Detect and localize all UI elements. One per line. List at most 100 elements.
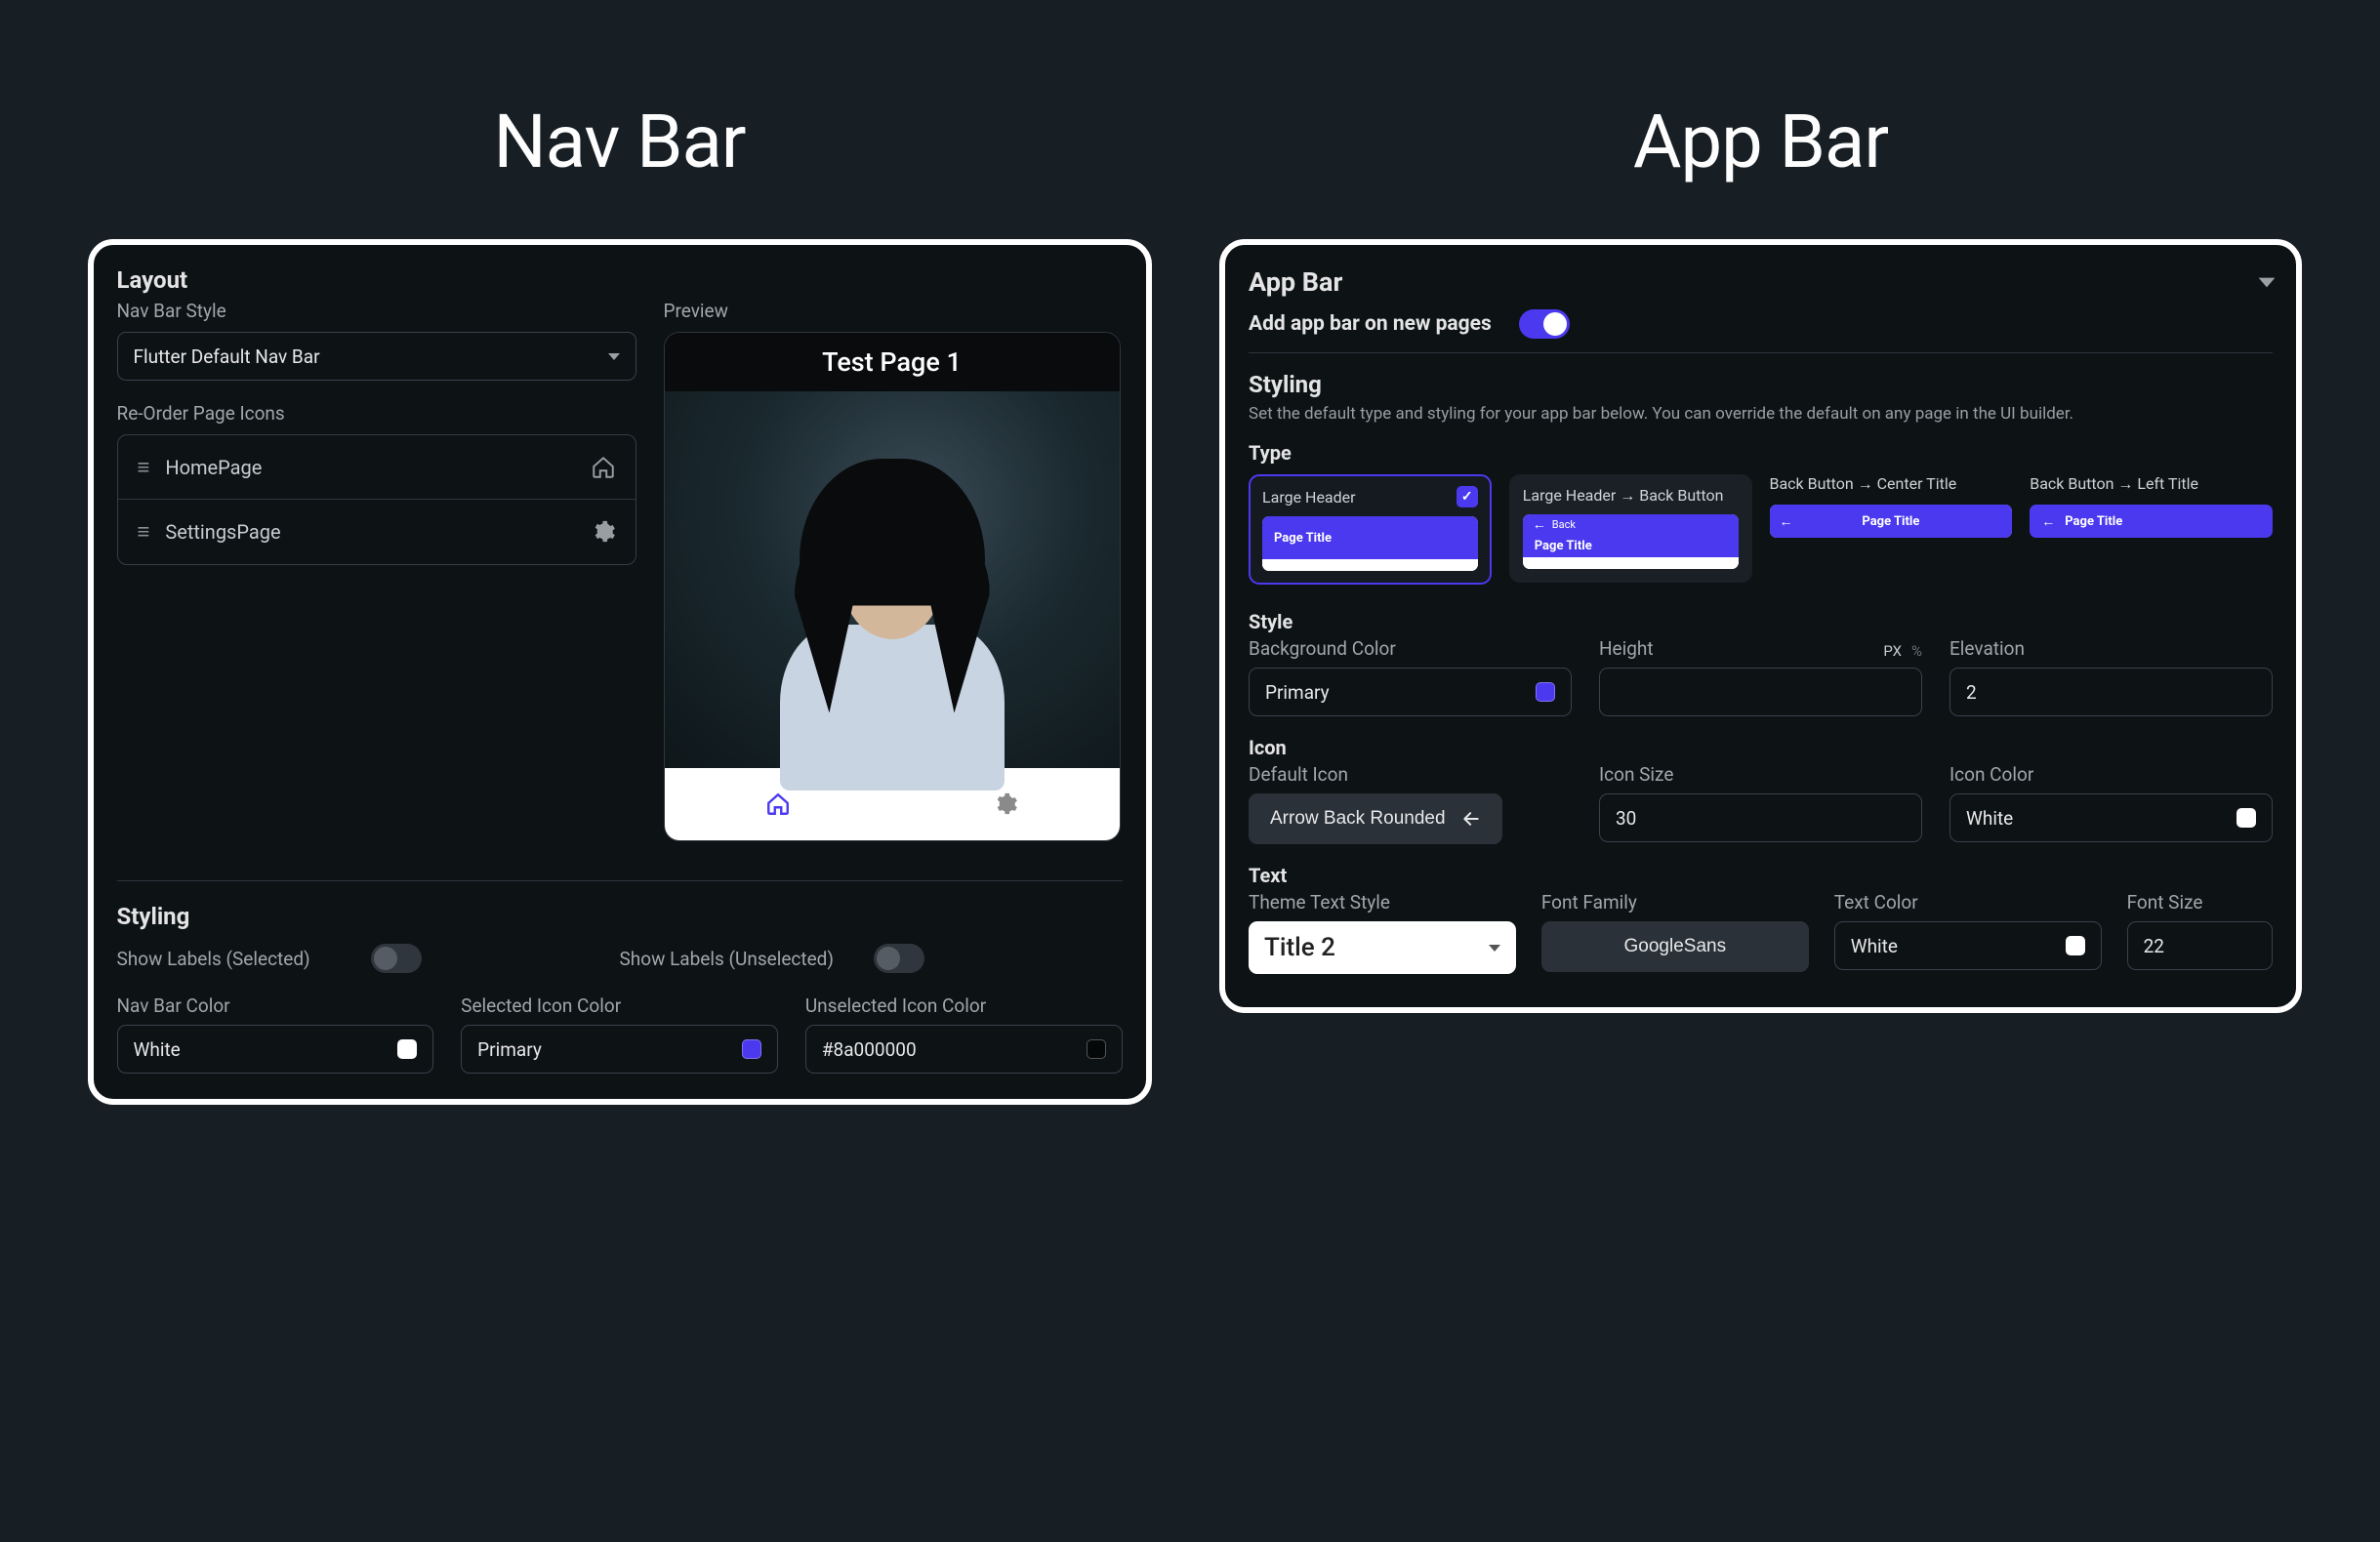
height-unit-px[interactable]: PX: [1883, 642, 1902, 660]
appbar-section-title: App Bar: [1249, 266, 1342, 298]
type-option-large-back[interactable]: Large Header → Back Button Back Page Tit…: [1509, 474, 1752, 583]
icon-color-value: White: [1966, 807, 2013, 830]
layout-section-title: Layout: [117, 266, 1123, 294]
type-option-back-center[interactable]: Page Title: [1770, 505, 2013, 538]
unselected-icon-color-value: #8a000000: [822, 1038, 917, 1061]
default-icon-label: Default Icon: [1249, 763, 1572, 786]
elevation-input[interactable]: 2: [1949, 668, 2273, 716]
text-color-label: Text Color: [1834, 891, 2102, 913]
gear-icon: [993, 791, 1018, 817]
icon-size-label: Icon Size: [1599, 763, 1922, 786]
show-labels-selected-label: Show Labels (Selected): [117, 948, 342, 970]
unselected-icon-color-label: Unselected Icon Color: [805, 994, 1123, 1017]
navbar-preview: Test Page 1: [664, 332, 1121, 841]
icon-size-value: 30: [1616, 807, 1636, 830]
text-color-input[interactable]: White: [1834, 921, 2102, 970]
type-name: Back Button → Left Title: [2030, 474, 2198, 494]
height-label: Height: [1599, 637, 1654, 660]
font-family-value: GoogleSans: [1624, 936, 1727, 957]
appbar-type-options: Large Header ✓ Page Title Large Header →…: [1249, 474, 2273, 585]
selected-icon-color-label: Selected Icon Color: [461, 994, 778, 1017]
selected-icon-color-input[interactable]: Primary: [461, 1025, 778, 1074]
right-heading: App Bar: [1633, 98, 1888, 185]
selected-icon-color-value: Primary: [477, 1038, 542, 1061]
chevron-down-icon: [1489, 945, 1500, 952]
elevation-value: 2: [1966, 681, 1977, 704]
page-name: SettingsPage: [165, 520, 572, 544]
show-labels-unselected-label: Show Labels (Unselected): [620, 948, 844, 970]
navbar-style-label: Nav Bar Style: [117, 300, 636, 322]
type-option-large-header[interactable]: Large Header ✓ Page Title: [1249, 474, 1492, 585]
theme-text-style-label: Theme Text Style: [1249, 891, 1516, 913]
type-label: Type: [1249, 441, 2273, 465]
theme-text-style-select[interactable]: Title 2: [1249, 921, 1516, 974]
reorder-page-list: ≡ HomePage ≡ SettingsPage: [117, 434, 636, 565]
navbar-settings-panel: Layout Nav Bar Style Flutter Default Nav…: [88, 239, 1152, 1105]
text-heading: Text: [1249, 864, 2273, 887]
font-family-button[interactable]: GoogleSans: [1541, 921, 1809, 972]
icon-size-input[interactable]: 30: [1599, 793, 1922, 842]
preview-image: [665, 391, 1120, 768]
font-size-input[interactable]: 22: [2127, 921, 2273, 970]
reorder-pages-label: Re-Order Page Icons: [117, 402, 636, 425]
arrow-left-icon: [1780, 513, 1793, 530]
type-preview-title: Page Title: [2065, 514, 2122, 529]
bg-color-input[interactable]: Primary: [1249, 668, 1572, 716]
navbar-style-select[interactable]: Flutter Default Nav Bar: [117, 332, 636, 381]
font-size-value: 22: [2144, 935, 2164, 957]
navbar-color-swatch: [397, 1039, 417, 1059]
add-appbar-label: Add app bar on new pages: [1249, 312, 1492, 336]
type-option-back-left[interactable]: Page Title: [2030, 505, 2273, 538]
navbar-color-input[interactable]: White: [117, 1025, 434, 1074]
add-appbar-toggle[interactable]: [1519, 309, 1570, 339]
unselected-icon-color-input[interactable]: #8a000000: [805, 1025, 1123, 1074]
height-unit-pct[interactable]: %: [1911, 642, 1922, 660]
show-labels-selected-toggle[interactable]: [371, 944, 422, 973]
icon-color-swatch: [2236, 808, 2256, 828]
arrow-left-icon: [2041, 513, 2055, 530]
bg-color-label: Background Color: [1249, 637, 1572, 660]
type-name: Large Header → Back Button: [1523, 486, 1724, 506]
home-icon: [765, 791, 791, 817]
text-color-swatch: [2066, 936, 2085, 955]
height-input[interactable]: [1599, 668, 1922, 716]
appbar-styling-title: Styling: [1249, 371, 2273, 398]
icon-heading: Icon: [1249, 736, 2273, 759]
icon-color-label: Icon Color: [1949, 763, 2273, 786]
elevation-label: Elevation: [1949, 637, 2273, 660]
check-icon: ✓: [1457, 486, 1478, 507]
default-icon-value: Arrow Back Rounded: [1270, 808, 1446, 830]
gear-icon: [591, 519, 616, 545]
navbar-styling-title: Styling: [117, 903, 1123, 930]
navbar-color-label: Nav Bar Color: [117, 994, 434, 1017]
unselected-icon-color-swatch: [1087, 1039, 1106, 1059]
type-preview-title: Page Title: [1262, 516, 1478, 559]
selected-icon-color-swatch: [742, 1039, 761, 1059]
preview-page-title: Test Page 1: [665, 333, 1120, 391]
icon-color-input[interactable]: White: [1949, 793, 2273, 842]
bg-color-swatch: [1536, 682, 1555, 702]
show-labels-unselected-toggle[interactable]: [874, 944, 924, 973]
navbar-color-value: White: [134, 1038, 181, 1061]
type-preview-title: Page Title: [1523, 534, 1739, 557]
home-icon: [591, 455, 616, 480]
navbar-style-value: Flutter Default Nav Bar: [134, 345, 320, 368]
style-heading: Style: [1249, 610, 2273, 633]
type-preview-back: Back: [1552, 518, 1576, 531]
type-name: Large Header: [1262, 488, 1356, 507]
default-icon-button[interactable]: Arrow Back Rounded: [1249, 793, 1502, 844]
bg-color-value: Primary: [1265, 681, 1330, 704]
arrow-left-icon: [1461, 809, 1481, 829]
drag-handle-icon[interactable]: ≡: [138, 455, 148, 480]
type-preview-title: Page Title: [1862, 514, 1919, 529]
arrow-left-icon: [1533, 516, 1546, 533]
reorder-item[interactable]: ≡ HomePage: [118, 435, 636, 500]
appbar-settings-panel: App Bar Add app bar on new pages Styling…: [1219, 239, 2302, 1013]
font-size-label: Font Size: [2127, 891, 2273, 913]
text-color-value: White: [1851, 935, 1898, 957]
reorder-item[interactable]: ≡ SettingsPage: [118, 500, 636, 564]
chevron-down-icon[interactable]: [2259, 277, 2276, 287]
preview-label: Preview: [664, 300, 1123, 322]
portrait-illustration: [775, 459, 1009, 771]
drag-handle-icon[interactable]: ≡: [138, 519, 148, 545]
